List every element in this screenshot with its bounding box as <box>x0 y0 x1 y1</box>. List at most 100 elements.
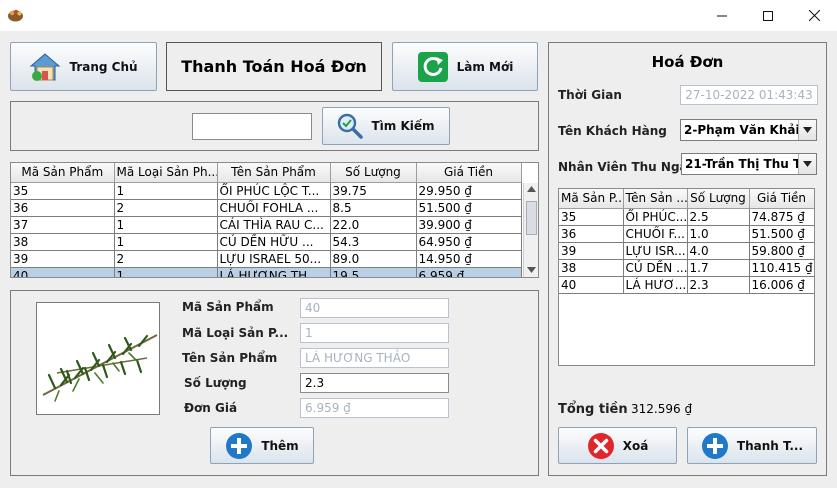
title-bar <box>0 0 837 31</box>
scroll-up-icon <box>527 186 536 192</box>
product-id-label: Mã Sản Phẩm <box>182 300 274 314</box>
table-cell: 1 <box>114 267 218 277</box>
maximize-button[interactable] <box>745 0 791 31</box>
dropdown-arrow <box>798 154 816 174</box>
table-cell: 1.7 <box>687 259 750 277</box>
cashier-select[interactable]: 21-Trần Thị Thu T... <box>681 153 817 175</box>
invoice-title: Hoá Đơn <box>651 53 724 71</box>
table-cell: ỔI PHÚC... <box>623 208 688 226</box>
column-header[interactable]: Mã Sản P... <box>559 189 624 209</box>
table-cell: 16.006 ₫ <box>749 276 814 294</box>
column-header[interactable]: Số Lượng <box>330 163 417 183</box>
time-label: Thời Gian <box>558 88 622 102</box>
home-button[interactable]: Trang Chủ <box>10 42 157 91</box>
table-cell: CỦ DỀN HỮU ... <box>217 233 331 251</box>
category-id-field[interactable]: 1 <box>300 323 449 343</box>
search-button-label: Tìm Kiếm <box>371 119 435 133</box>
maximize-icon <box>763 10 773 21</box>
table-row[interactable]: 36 CHUỐI F... 1.0 51.500 ₫ <box>559 225 814 243</box>
column-header[interactable]: Giá Tiền <box>416 163 522 183</box>
table-row-selected[interactable]: 40 1 LÁ HƯƠNG TH... 19.5 6.959 ₫ <box>11 267 522 277</box>
plus-icon <box>701 432 728 459</box>
column-header[interactable]: Số Lượng <box>687 189 750 209</box>
table-row[interactable]: 38 1 CỦ DỀN HỮU ... 54.3 64.950 ₫ <box>11 233 522 251</box>
table-row[interactable]: 37 1 CẢI THÌA RAU C... 22.0 39.900 ₫ <box>11 216 522 234</box>
table-row[interactable]: 40 LÁ HƯƠ... 2.3 16.006 ₫ <box>559 276 814 294</box>
table-cell: LỰU ISRAEL 50... <box>217 250 331 268</box>
invoice-table[interactable]: Mã Sản P... Tên Sản ... Số Lượng Giá Tiề… <box>559 189 814 294</box>
home-button-label: Trang Chủ <box>69 59 138 74</box>
chevron-down-icon <box>803 127 812 133</box>
magnifier-icon <box>338 113 364 139</box>
close-window-button[interactable] <box>791 0 837 31</box>
search-input[interactable] <box>192 113 312 140</box>
product-id-field[interactable]: 40 <box>300 298 449 318</box>
table-cell: 6.959 ₫ <box>416 267 522 277</box>
refresh-button-label: Làm Mới <box>456 59 514 74</box>
table-cell: 38 <box>11 233 115 251</box>
cashier-label: Nhân Viên Thu Ngân <box>558 160 697 174</box>
close-icon <box>808 10 820 21</box>
table-cell: 19.5 <box>330 267 417 277</box>
table-cell: 110.415 ₫ <box>749 259 814 277</box>
category-id-label: Mã Loại Sản P... <box>182 326 289 340</box>
product-name-field[interactable]: LÁ HƯƠNG THẢO <box>300 348 449 368</box>
search-button[interactable]: Tìm Kiếm <box>322 107 450 145</box>
table-cell: 89.0 <box>330 250 417 268</box>
table-cell: 39 <box>559 242 624 260</box>
table-cell: 36 <box>11 199 115 217</box>
table-row[interactable]: 35 1 ỔI PHÚC LỘC T... 39.75 29.950 ₫ <box>11 182 522 200</box>
table-cell: 51.500 ₫ <box>416 199 522 217</box>
table-cell: 35 <box>559 208 624 226</box>
scroll-down-icon <box>527 267 536 273</box>
table-row[interactable]: 39 2 LỰU ISRAEL 50... 89.0 14.950 ₫ <box>11 250 522 268</box>
table-cell: 4.0 <box>687 242 750 260</box>
app-logo-icon <box>8 9 23 22</box>
table-row[interactable]: 39 LỰU ISR... 4.0 59.800 ₫ <box>559 242 814 260</box>
table-cell: 1 <box>114 216 218 234</box>
table-cell: 2 <box>114 250 218 268</box>
column-header[interactable]: Tên Sản Phẩm <box>217 163 331 183</box>
customer-select-value: 2-Phạm Văn Khải <box>684 123 798 137</box>
table-cell: 14.950 ₫ <box>416 250 522 268</box>
table-cell: 39.75 <box>330 182 417 200</box>
dropdown-arrow <box>798 120 816 140</box>
column-header[interactable]: Mã Sản Phẩm <box>11 163 115 183</box>
table-cell: LÁ HƯƠNG TH... <box>217 267 331 277</box>
table-row[interactable]: 35 ỔI PHÚC... 2.5 74.875 ₫ <box>559 208 814 226</box>
table-cell: 64.950 ₫ <box>416 233 522 251</box>
table-cell: 74.875 ₫ <box>749 208 814 226</box>
refresh-button[interactable]: Làm Mới <box>392 42 538 91</box>
table-row[interactable]: 36 2 CHUỐI FOHLA ... 8.5 51.500 ₫ <box>11 199 522 217</box>
product-table-scrollbar[interactable] <box>523 183 538 277</box>
table-cell: ỔI PHÚC LỘC T... <box>217 182 331 200</box>
table-cell: 22.0 <box>330 216 417 234</box>
table-cell: 59.800 ₫ <box>749 242 814 260</box>
rosemary-image <box>42 334 158 402</box>
column-header[interactable]: Mã Loại Sản Ph... <box>114 163 218 183</box>
delete-button[interactable]: Xoá <box>558 427 677 464</box>
cashier-select-value: 21-Trần Thị Thu T... <box>685 157 798 171</box>
table-cell: 39.900 ₫ <box>416 216 522 234</box>
unit-price-field[interactable]: 6.959 ₫ <box>300 398 449 418</box>
table-row[interactable]: 38 CỦ DỀN ... 1.7 110.415 ₫ <box>559 259 814 277</box>
delete-icon <box>587 432 614 459</box>
table-cell: LÁ HƯƠ... <box>623 276 688 294</box>
add-button[interactable]: Thêm <box>210 427 314 464</box>
quantity-label: Số Lượng <box>184 376 247 390</box>
product-table[interactable]: Mã Sản Phẩm Mã Loại Sản Ph... Tên Sản Ph… <box>11 163 522 277</box>
table-cell: CHUỐI F... <box>623 225 688 243</box>
total-value: 312.596 ₫ <box>631 402 693 416</box>
quantity-field[interactable]: 2.3 <box>300 373 449 393</box>
total-label: Tổng tiền <box>558 402 628 417</box>
minimize-button[interactable] <box>699 0 745 31</box>
scrollbar-thumb[interactable] <box>526 201 537 235</box>
pay-button[interactable]: Thanh T... <box>687 427 817 464</box>
column-header[interactable]: Tên Sản ... <box>623 189 688 209</box>
customer-select[interactable]: 2-Phạm Văn Khải <box>680 119 817 141</box>
table-cell: 54.3 <box>330 233 417 251</box>
column-header[interactable]: Giá Tiền <box>749 189 814 209</box>
time-field[interactable]: 27-10-2022 01:43:43 <box>680 85 818 105</box>
invoice-table-container: Mã Sản P... Tên Sản ... Số Lượng Giá Tiề… <box>558 188 815 366</box>
table-cell: CHUỐI FOHLA ... <box>217 199 331 217</box>
